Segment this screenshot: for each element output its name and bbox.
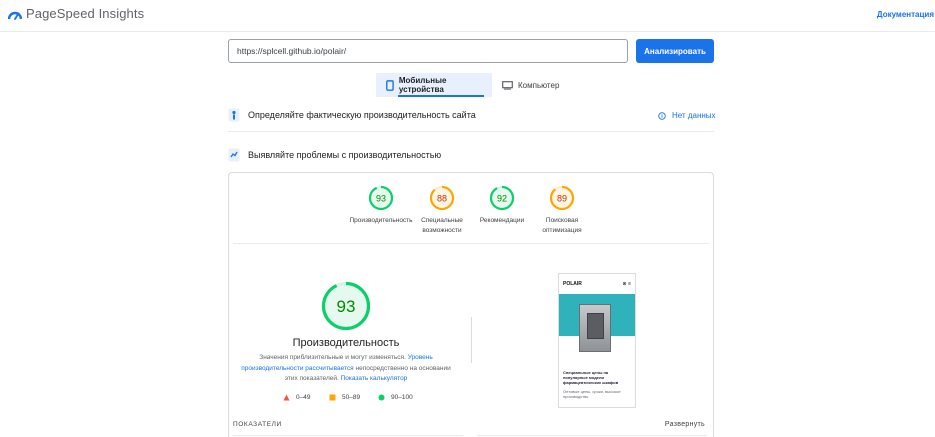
performance-desc-text: Значения приблизительные и могут изменят… <box>259 354 406 361</box>
info-icon <box>658 111 666 120</box>
metrics-divider-left <box>233 435 463 436</box>
legend-pass: 90–100 <box>378 394 413 401</box>
gauge-ring: 89 <box>549 185 575 211</box>
performance-score: 93 <box>337 297 356 316</box>
calculator-link[interactable]: Показать калькулятор <box>341 375 408 382</box>
gauge-value: 93 <box>376 194 386 204</box>
legend-fail: 0–49 <box>283 394 310 401</box>
app-title: PageSpeed Insights <box>26 6 145 21</box>
tab-mobile-label: Мобильные устройства <box>398 76 447 94</box>
screenshot-menu-icon: ⊙ ≡ <box>622 281 632 287</box>
triangle-icon <box>283 394 290 401</box>
gauge-label-line2: возможности <box>422 227 462 234</box>
performance-title: Производительность <box>292 337 400 349</box>
users-report-icon <box>228 108 240 122</box>
gauge-ring: 93 <box>368 185 394 211</box>
pagespeed-logo[interactable]: PageSpeed Insights <box>8 6 144 21</box>
gauge-ring: 92 <box>489 185 515 211</box>
gauge-label-line2: оптимизация <box>542 227 582 234</box>
field-data-section: Определяйте фактическую производительнос… <box>228 108 476 122</box>
gauge-ring: 88 <box>429 185 455 211</box>
gauge-value: 92 <box>497 194 507 204</box>
gauge-value: 89 <box>557 194 567 204</box>
no-data-label: Нет данных <box>672 111 716 120</box>
smartphone-icon <box>386 79 394 91</box>
screenshot-heading: Специальные цены на популярные модели фа… <box>563 370 619 385</box>
pagespeed-logo-icon <box>8 11 22 20</box>
square-icon <box>329 394 336 401</box>
diagnose-section: Выявляйте проблемы с производительностью <box>228 148 441 162</box>
cabinet-image <box>579 304 611 352</box>
section-divider <box>228 131 714 132</box>
diagnose-title: Выявляйте проблемы с производительностью <box>248 150 442 160</box>
documentation-link[interactable]: Документация <box>877 10 934 19</box>
screenshot-hero <box>559 294 635 352</box>
performance-description: Значения приблизительные и могут изменят… <box>241 353 451 385</box>
monitor-icon <box>502 80 513 90</box>
tab-desktop[interactable]: Компьютер <box>500 73 559 97</box>
legend-label: 50–89 <box>342 394 361 401</box>
vertical-divider <box>471 317 472 363</box>
legend-average: 50–89 <box>329 394 360 401</box>
gauges-divider <box>233 243 709 244</box>
field-data-title: Определяйте фактическую производительнос… <box>248 110 476 120</box>
legend-label: 0–49 <box>296 394 311 401</box>
top-header: PageSpeed Insights Документация <box>0 0 935 32</box>
legend-label: 90–100 <box>391 394 413 401</box>
url-input[interactable] <box>228 39 628 63</box>
gauge-label-line1: Поисковая <box>545 217 579 224</box>
tab-desktop-label: Компьютер <box>518 80 560 90</box>
screenshot-subtext: Оптовые цены, сроки, высокое производств… <box>563 389 621 399</box>
tab-selected-indicator <box>398 95 484 97</box>
screenshot-header: POLAIR ⊙ ≡ <box>559 274 635 294</box>
lab-data-icon <box>228 148 240 162</box>
analyze-button[interactable]: Анализировать <box>636 39 714 63</box>
performance-big-gauge: 93 <box>321 281 371 331</box>
screenshot-brand: POLAIR <box>563 281 582 287</box>
gauge-seo[interactable]: 89 Поисковая оптимизация <box>527 185 597 236</box>
circle-icon <box>378 394 385 401</box>
tab-mobile[interactable]: Мобильные устройства <box>376 73 492 97</box>
expand-button[interactable]: Развернуть <box>665 421 705 428</box>
gauge-value: 88 <box>437 194 447 204</box>
results-card: 93 Производительность 88 Специальные воз… <box>228 172 714 437</box>
no-data-link[interactable]: Нет данных <box>658 111 716 120</box>
page-screenshot: POLAIR ⊙ ≡ Специальные цены на популярны… <box>558 273 636 408</box>
metrics-label: ПОКАЗАТЕЛИ <box>233 421 282 428</box>
metrics-divider-right <box>477 435 707 436</box>
